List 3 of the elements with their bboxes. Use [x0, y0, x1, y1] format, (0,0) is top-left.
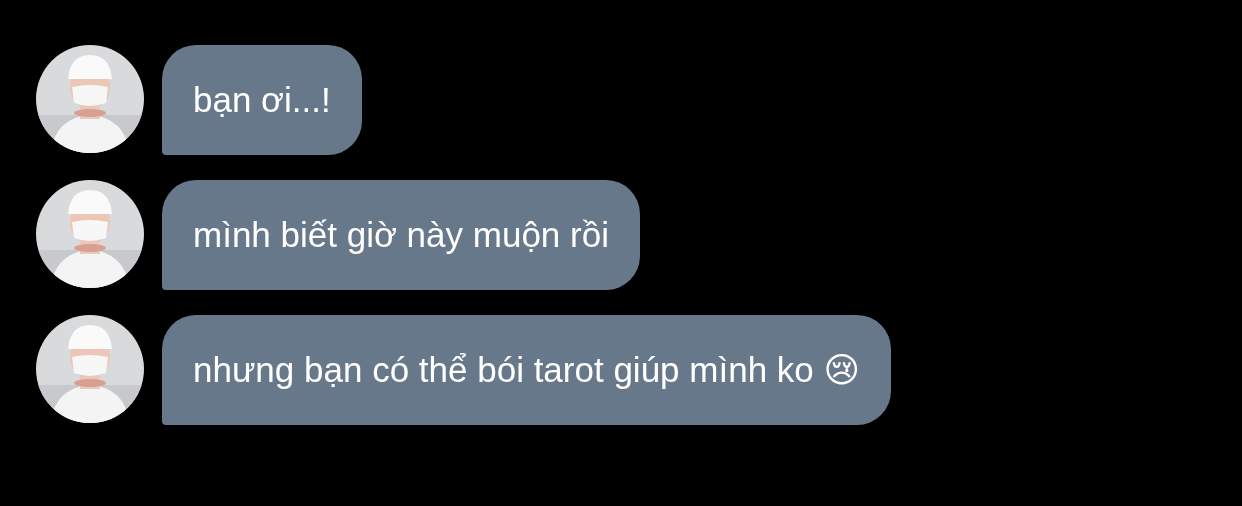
message-bubble: nhưng bạn có thể bói tarot giúp mình ko 😢: [162, 315, 891, 425]
message-bubble: bạn ơi...!: [162, 45, 362, 155]
message-bubble: mình biết giờ này muộn rồi: [162, 180, 640, 290]
